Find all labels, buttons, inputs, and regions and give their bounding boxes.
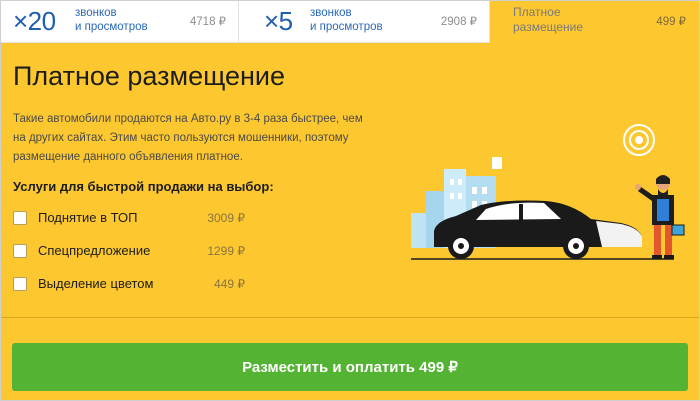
service-highlight: Выделение цветом 449 ₽ — [13, 274, 245, 296]
tab-description: Платное размещение — [513, 5, 583, 35]
service-label: Спецпредложение — [38, 243, 151, 258]
info-line: на других сайтах. Этим часто пользуются … — [13, 132, 349, 144]
info-line: Такие автомобили продаются на Авто.ру в … — [13, 113, 363, 125]
tab-desc-line: Платное — [513, 5, 561, 19]
tab-desc-line: и просмотров — [310, 21, 383, 33]
promo-illustration — [411, 124, 685, 260]
service-price: 1299 ₽ — [207, 244, 245, 258]
tab-description: звонков и просмотров — [75, 6, 148, 34]
services-label: Услуги для быстрой продажи на выбор: — [13, 179, 274, 194]
tab-express-x5[interactable]: ×5 звонков и просмотров 2908 ₽ — [239, 1, 490, 43]
service-top: Поднятие в ТОП 3009 ₽ — [13, 208, 245, 230]
info-text: Такие автомобили продаются на Авто.ру в … — [13, 110, 398, 167]
tariff-tabs: ×20 звонков и просмотров 4718 ₽ ×5 звонк… — [1, 1, 699, 43]
tab-desc-line: звонков — [75, 7, 117, 19]
divider — [1, 317, 699, 318]
service-checkbox[interactable] — [13, 244, 27, 258]
tab-price: 2908 ₽ — [440, 16, 477, 28]
tab-desc-line: звонков — [310, 7, 352, 19]
tab-price: 499 ₽ — [656, 16, 686, 28]
tab-desc-line: размещение — [513, 20, 584, 34]
page-title: Платное размещение — [13, 61, 286, 91]
target-icon — [623, 124, 655, 156]
service-price: 449 ₽ — [214, 277, 245, 291]
tab-paid-placement[interactable]: Платное размещение 499 ₽ — [490, 1, 699, 43]
service-price: 3009 ₽ — [207, 211, 245, 225]
service-checkbox[interactable] — [13, 277, 27, 291]
service-checkbox[interactable] — [13, 211, 27, 225]
tab-desc-line: и просмотров — [75, 21, 148, 33]
tab-multiplier: ×20 — [13, 6, 56, 36]
tab-multiplier: ×5 — [264, 6, 293, 36]
place-and-pay-button[interactable]: Разместить и оплатить 499 ₽ — [12, 343, 688, 391]
service-label: Поднятие в ТОП — [38, 210, 138, 225]
service-special-offer: Спецпредложение 1299 ₽ — [13, 241, 245, 263]
tab-price: 4718 ₽ — [189, 16, 226, 28]
tab-description: звонков и просмотров — [310, 6, 383, 34]
man-icon — [635, 175, 685, 259]
paid-placement-dialog: ×20 звонков и просмотров 4718 ₽ ×5 звонк… — [0, 0, 700, 401]
info-line: размещение данного объявления платное. — [13, 151, 243, 163]
service-label: Выделение цветом — [38, 276, 154, 291]
tab-turbo-x20[interactable]: ×20 звонков и просмотров 4718 ₽ — [1, 1, 239, 43]
